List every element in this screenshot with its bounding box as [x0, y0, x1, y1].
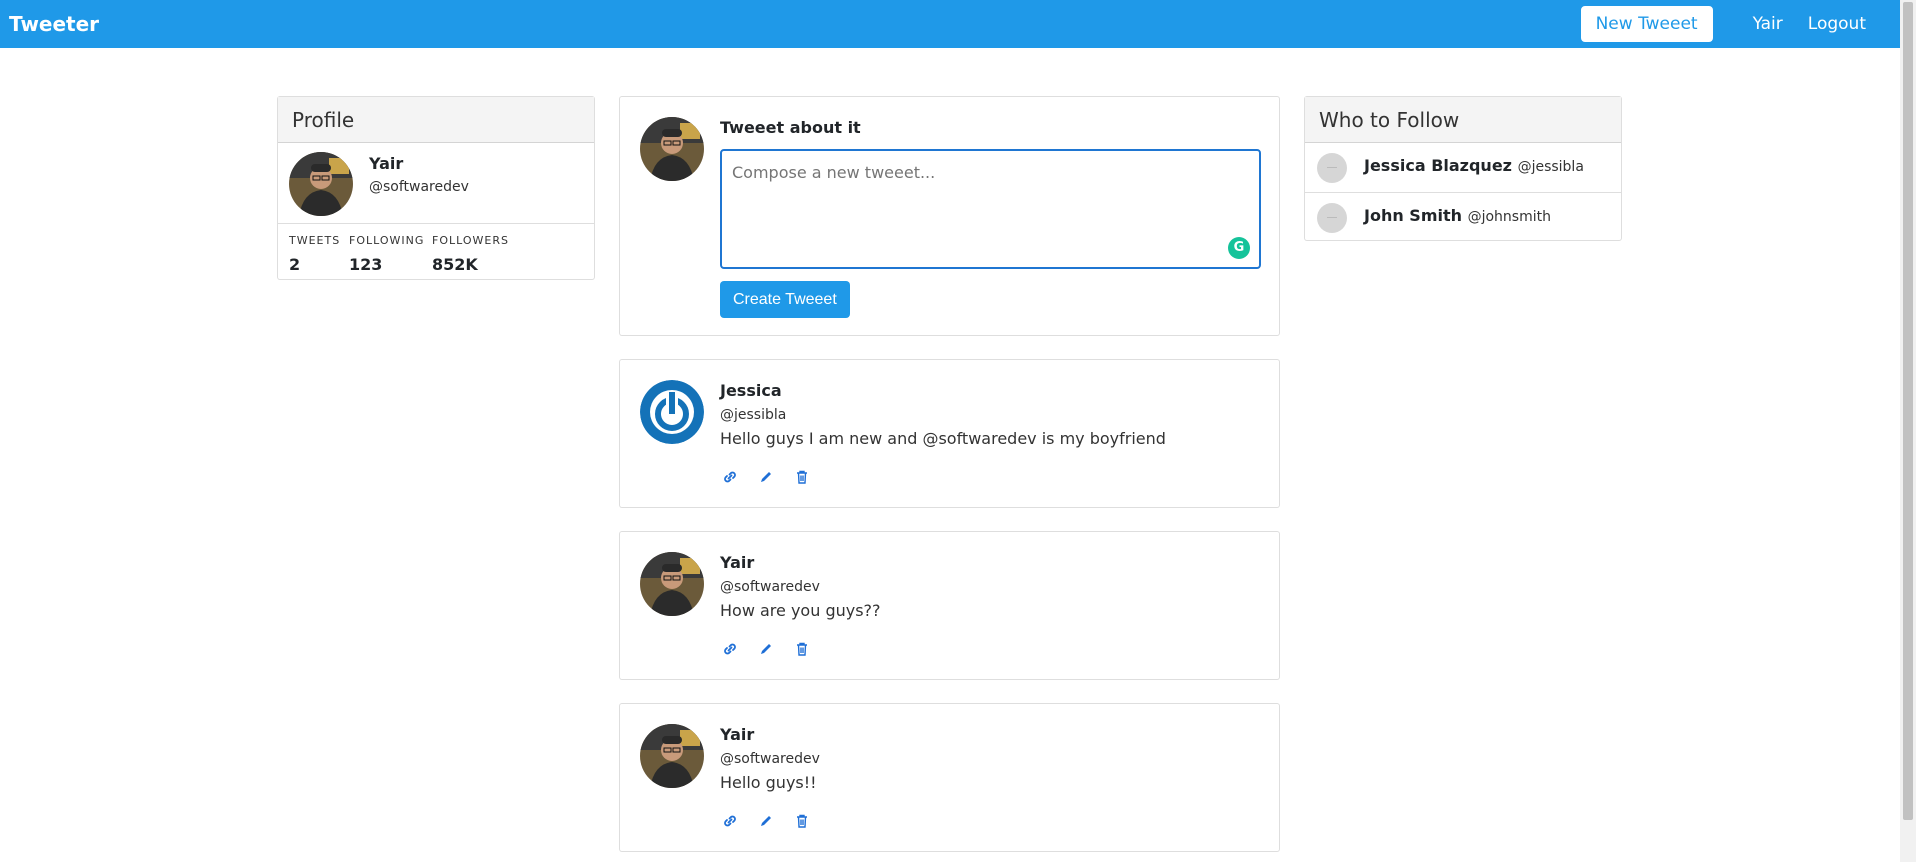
stat-followers: FOLLOWERS 852K [432, 234, 509, 274]
follow-handle: @jessibla [1517, 159, 1584, 175]
tweet-author-name: Jessica [720, 381, 782, 400]
follow-item[interactable]: Jessica Blazquez @jessibla [1305, 143, 1621, 192]
pencil-icon[interactable] [756, 639, 776, 659]
compose-card: Tweeet about it G Create Tweeet [619, 96, 1280, 336]
follow-avatar [1317, 203, 1347, 233]
tweet-author-name: Yair [720, 725, 755, 744]
profile-name: Yair [369, 154, 404, 173]
follow-item[interactable]: John Smith @johnsmith [1305, 192, 1621, 241]
tweet-card: Yair @softwaredev Hello guys!! [619, 703, 1280, 852]
profile-card-header: Profile [278, 97, 594, 143]
compose-title: Tweeet about it [720, 118, 861, 137]
tweet-author-handle: @jessibla [720, 407, 787, 423]
who-to-follow-card: Who to Follow Jessica Blazquez @jessibla… [1304, 96, 1622, 241]
tweet-author-handle: @softwaredev [720, 751, 820, 767]
pencil-icon[interactable] [756, 811, 776, 831]
profile-stats-divider [278, 223, 594, 224]
tweet-avatar[interactable] [640, 552, 704, 616]
stat-tweets: TWEETS 2 [289, 234, 340, 274]
nav-user-link[interactable]: Yair [1753, 14, 1783, 34]
stat-value: 2 [289, 255, 301, 274]
tweet-text: Hello guys I am new and @softwaredev is … [720, 429, 1166, 448]
follow-name-line: John Smith @johnsmith [1364, 206, 1551, 225]
stat-following: FOLLOWING 123 [349, 234, 424, 274]
trash-icon[interactable] [792, 467, 812, 487]
follow-avatar [1317, 153, 1347, 183]
brand-logo[interactable]: Tweeter [9, 12, 99, 36]
stat-label: FOLLOWING [349, 234, 425, 247]
pencil-icon[interactable] [756, 467, 776, 487]
link-icon[interactable] [720, 639, 740, 659]
tweet-actions [720, 467, 828, 487]
follow-name[interactable]: John Smith [1364, 206, 1462, 225]
tweet-text: Hello guys!! [720, 773, 817, 792]
stat-value: 123 [349, 255, 383, 274]
follow-handle: @johnsmith [1467, 209, 1551, 225]
tweet-avatar[interactable] [640, 380, 704, 444]
scrollbar-thumb[interactable] [1903, 2, 1913, 820]
link-icon[interactable] [720, 467, 740, 487]
tweet-author-handle: @softwaredev [720, 579, 820, 595]
tweet-actions [720, 811, 828, 831]
profile-card: Profile Yair @softwaredev TWEETS 2 FOLLO… [277, 96, 595, 280]
page-scrollbar[interactable] [1900, 0, 1916, 862]
create-tweet-button[interactable]: Create Tweeet [720, 281, 850, 318]
tweet-card: Yair @softwaredev How are you guys?? [619, 531, 1280, 680]
trash-icon[interactable] [792, 811, 812, 831]
tweet-actions [720, 639, 828, 659]
profile-avatar[interactable] [289, 152, 353, 216]
tweet-text: How are you guys?? [720, 601, 881, 620]
compose-avatar [640, 117, 704, 181]
nav-right: New Tweeet Yair Logout [1580, 6, 1891, 42]
trash-icon[interactable] [792, 639, 812, 659]
top-navbar: Tweeter New Tweeet Yair Logout [0, 0, 1900, 48]
tweet-author-name: Yair [720, 553, 755, 572]
stat-value: 852K [432, 255, 478, 274]
tweet-card: Jessica @jessibla Hello guys I am new an… [619, 359, 1280, 508]
tweet-avatar[interactable] [640, 724, 704, 788]
link-icon[interactable] [720, 811, 740, 831]
who-to-follow-header: Who to Follow [1305, 97, 1621, 143]
follow-name[interactable]: Jessica Blazquez [1364, 156, 1512, 175]
stat-label: TWEETS [289, 234, 341, 247]
compose-textarea[interactable] [720, 149, 1261, 269]
follow-name-line: Jessica Blazquez @jessibla [1364, 156, 1584, 175]
logout-link[interactable]: Logout [1808, 14, 1866, 34]
new-tweet-button[interactable]: New Tweeet [1580, 6, 1713, 42]
stat-label: FOLLOWERS [432, 234, 509, 247]
profile-handle: @softwaredev [369, 179, 469, 195]
grammarly-icon[interactable]: G [1228, 237, 1250, 259]
